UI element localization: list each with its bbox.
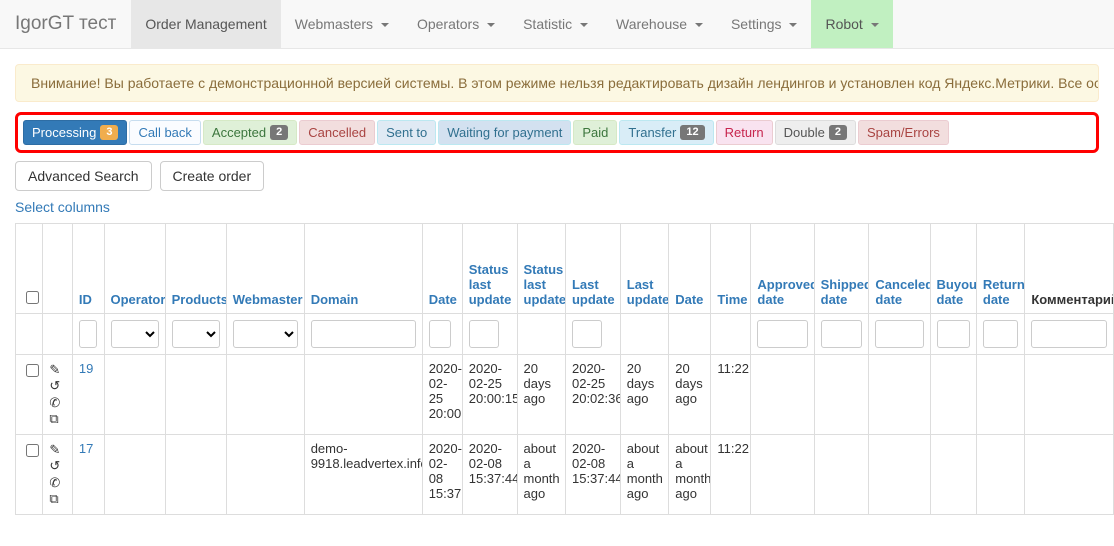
select-all-checkbox[interactable]	[26, 291, 39, 304]
row-checkbox[interactable]	[26, 364, 39, 377]
copy-icon[interactable]: ⧉	[49, 412, 66, 426]
status-double[interactable]: Double2	[775, 120, 856, 145]
order-id-link[interactable]: 17	[79, 441, 93, 456]
filter-operator[interactable]	[111, 320, 159, 348]
nav-settings[interactable]: Settings	[717, 0, 811, 48]
col-products[interactable]: Products	[165, 224, 226, 314]
table-row: ✎ ↺ ✆ ⧉ 17 demo-9918.leadvertex.info 202…	[16, 435, 1114, 515]
caret-icon	[381, 23, 389, 27]
col-return-date[interactable]: Return date	[976, 224, 1024, 314]
col-approved-date[interactable]: Approved date	[751, 224, 814, 314]
filter-lu1[interactable]	[572, 320, 602, 348]
col-status-last-update2[interactable]: Status last update	[517, 224, 565, 314]
nav-warehouse[interactable]: Warehouse	[602, 0, 717, 48]
table-row: ✎ ↺ ✆ ⧉ 19 2020-02-25 20:00 2020-02-25 2…	[16, 355, 1114, 435]
col-operator[interactable]: Operator	[104, 224, 165, 314]
col-status-last-update1[interactable]: Status last update	[462, 224, 517, 314]
order-id-link[interactable]: 19	[79, 361, 93, 376]
status-sentto[interactable]: Sent to	[377, 120, 436, 145]
filter-buyout[interactable]	[937, 320, 970, 348]
status-cancelled[interactable]: Cancelled	[299, 120, 375, 145]
status-spam[interactable]: Spam/Errors	[858, 120, 949, 145]
toolbar: Advanced Search Create order	[15, 161, 1099, 191]
filter-slu1[interactable]	[469, 320, 499, 348]
filter-domain[interactable]	[311, 320, 416, 348]
status-accepted[interactable]: Accepted2	[203, 120, 297, 145]
col-id[interactable]: ID	[72, 224, 104, 314]
status-filter-bar: Processing3 Call back Accepted2 Cancelle…	[15, 112, 1099, 153]
history-icon[interactable]: ↺	[49, 379, 66, 393]
col-webmaster[interactable]: Webmaster	[226, 224, 304, 314]
copy-icon[interactable]: ⧉	[49, 492, 66, 506]
demo-warning-alert: Внимание! Вы работаете с демонстрационно…	[15, 64, 1099, 102]
row-checkbox[interactable]	[26, 444, 39, 457]
filter-shipped[interactable]	[821, 320, 863, 348]
col-domain[interactable]: Domain	[304, 224, 422, 314]
filter-canceled[interactable]	[875, 320, 923, 348]
col-last-update1[interactable]: Last update	[565, 224, 620, 314]
edit-icon[interactable]: ✎	[49, 443, 66, 457]
filter-id[interactable]	[79, 320, 97, 348]
filter-webmaster[interactable]	[233, 320, 298, 348]
badge: 12	[680, 125, 704, 140]
status-processing[interactable]: Processing3	[23, 120, 127, 145]
nav-robot[interactable]: Robot	[811, 0, 892, 48]
filter-return[interactable]	[983, 320, 1018, 348]
col-time[interactable]: Time	[711, 224, 751, 314]
caret-icon	[487, 23, 495, 27]
history-icon[interactable]: ↺	[49, 459, 66, 473]
badge: 2	[270, 125, 288, 140]
col-last-update2[interactable]: Last update	[620, 224, 668, 314]
caret-icon	[695, 23, 703, 27]
orders-table: ID Operator Products Webmaster Domain Da…	[15, 223, 1114, 515]
edit-icon[interactable]: ✎	[49, 363, 66, 377]
col-comment[interactable]: Комментарий	[1025, 224, 1114, 314]
brand: IgorGT тест	[0, 3, 131, 45]
caret-icon	[580, 23, 588, 27]
nav-operators[interactable]: Operators	[403, 0, 509, 48]
status-return[interactable]: Return	[716, 120, 773, 145]
badge: 2	[829, 125, 847, 140]
badge: 3	[100, 125, 118, 140]
status-paid[interactable]: Paid	[573, 120, 617, 145]
status-callback[interactable]: Call back	[129, 120, 200, 145]
call-icon[interactable]: ✆	[49, 396, 66, 410]
col-shipped-date[interactable]: Shipped date	[814, 224, 869, 314]
col-date2[interactable]: Date	[669, 224, 711, 314]
top-navbar: IgorGT тест Order Management Webmasters …	[0, 0, 1114, 49]
create-order-button[interactable]: Create order	[160, 161, 265, 191]
filter-approved[interactable]	[757, 320, 807, 348]
advanced-search-button[interactable]: Advanced Search	[15, 161, 152, 191]
col-date[interactable]: Date	[422, 224, 462, 314]
nav-order-management[interactable]: Order Management	[131, 0, 280, 48]
col-canceled-date[interactable]: Canceled date	[869, 224, 930, 314]
filter-comment[interactable]	[1031, 320, 1107, 348]
select-columns-link[interactable]: Select columns	[15, 199, 110, 215]
nav-webmasters[interactable]: Webmasters	[281, 0, 403, 48]
filter-products[interactable]	[172, 320, 220, 348]
nav-statistic[interactable]: Statistic	[509, 0, 602, 48]
filter-date[interactable]	[429, 320, 451, 348]
col-buyout-date[interactable]: Buyout date	[930, 224, 976, 314]
caret-icon	[789, 23, 797, 27]
caret-icon	[871, 23, 879, 27]
status-waiting[interactable]: Waiting for payment	[438, 120, 571, 145]
status-transfer[interactable]: Transfer12	[619, 120, 713, 145]
call-icon[interactable]: ✆	[49, 476, 66, 490]
